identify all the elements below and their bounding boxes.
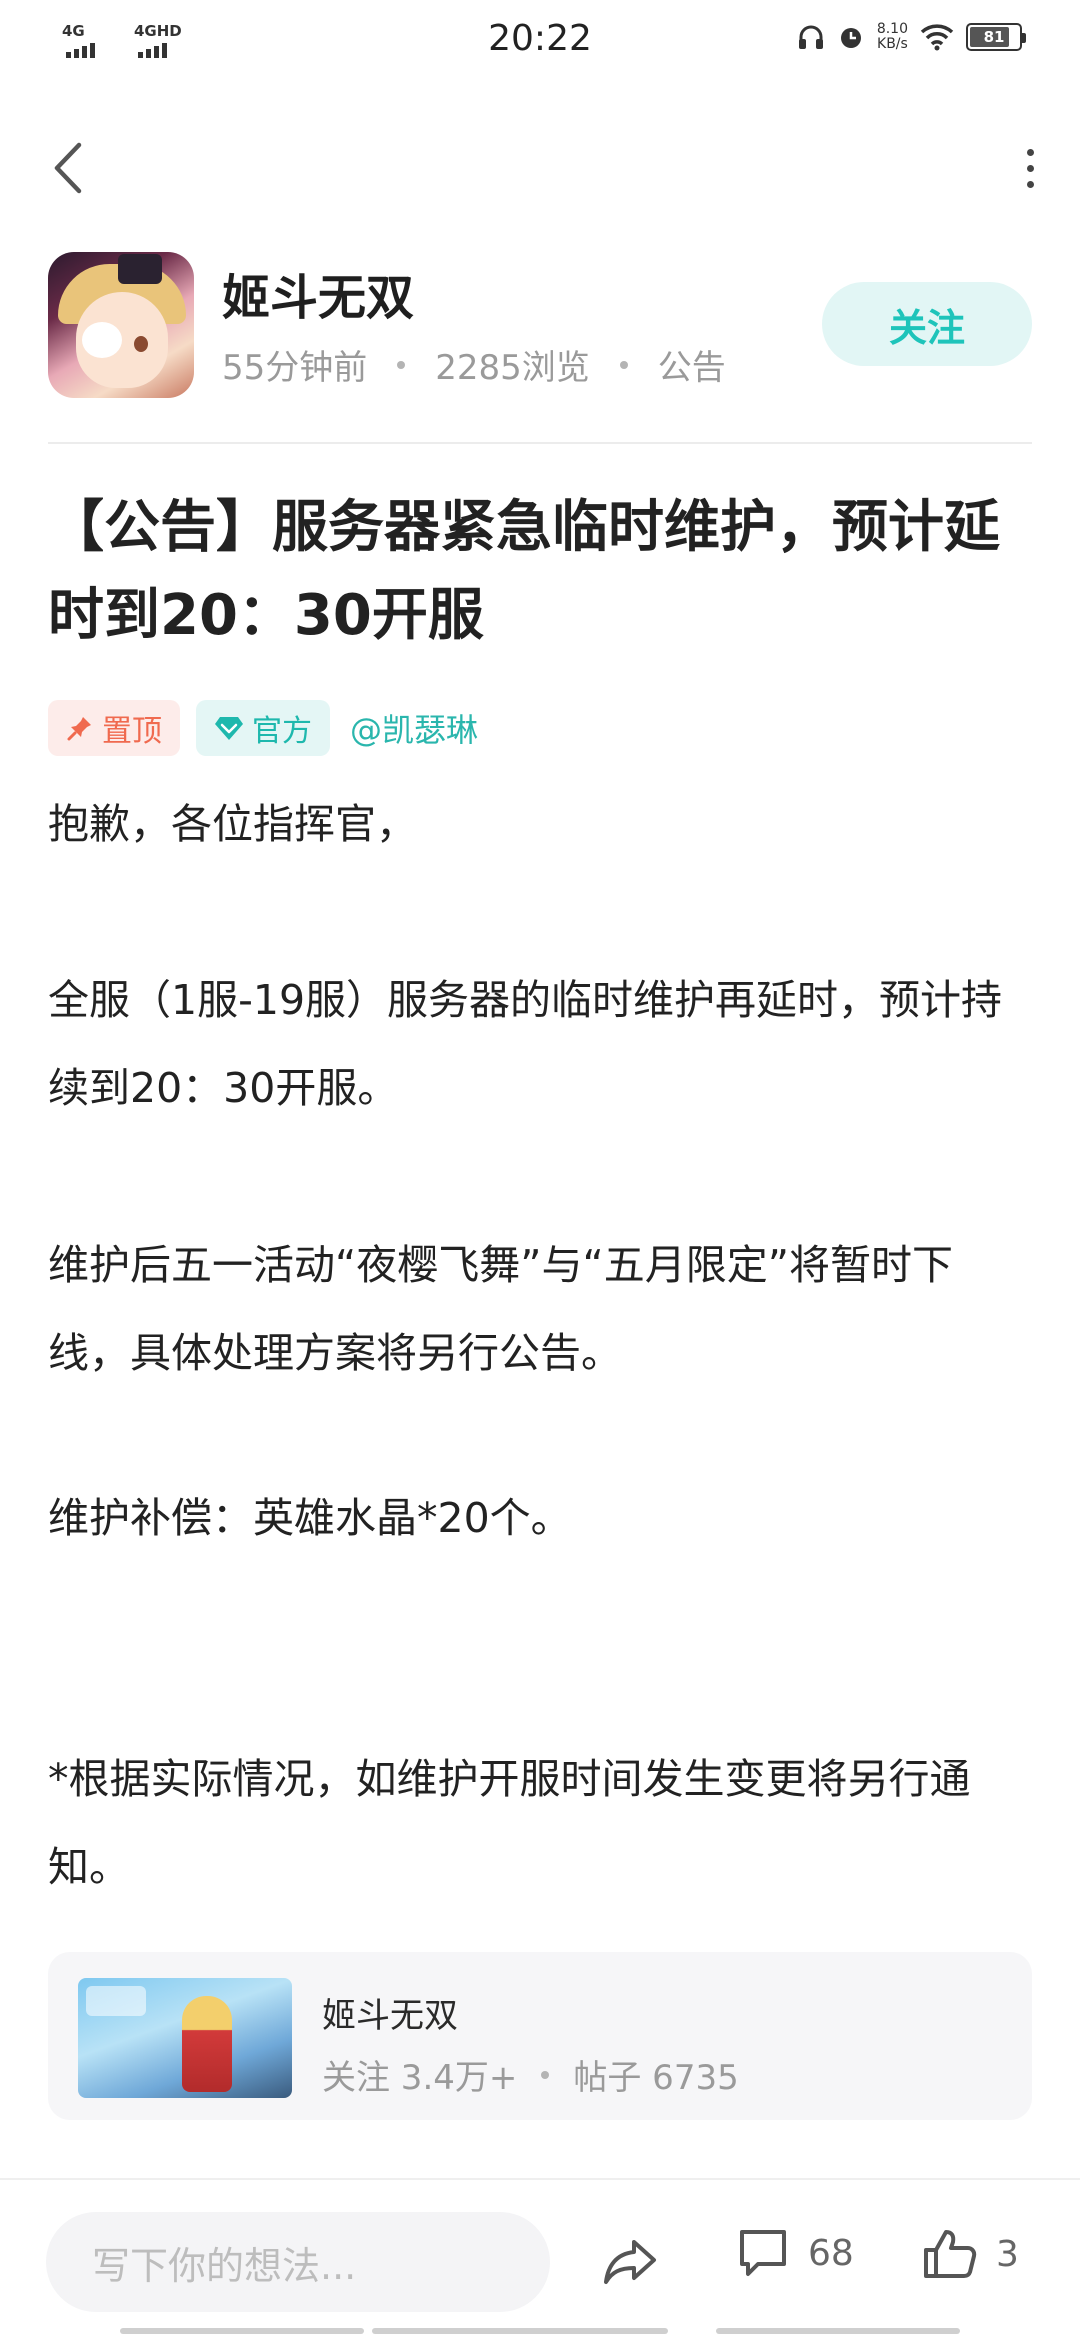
header-divider: [48, 442, 1032, 444]
post-meta: 55分钟前 2285浏览 公告: [222, 340, 726, 389]
diamond-icon: [215, 717, 243, 740]
more-options-button[interactable]: [1010, 136, 1050, 200]
comment-button[interactable]: 68: [736, 2226, 854, 2280]
meta-separator: [619, 360, 628, 369]
speed-value: 8.10: [876, 21, 908, 37]
card-post-count: 帖子 6735: [573, 2058, 739, 2098]
card-followers: 关注 3.4万+: [322, 2058, 518, 2098]
status-bar: 4G 4GHD 20:22 8.10 KB/s 81: [0, 0, 1080, 84]
author-mention-link[interactable]: @凯瑟琳: [350, 705, 478, 751]
follow-button[interactable]: 关注: [822, 282, 1032, 366]
battery-icon: 81: [966, 23, 1026, 51]
network-speed: 8.10 KB/s: [877, 22, 908, 52]
wifi-icon: [920, 24, 954, 51]
post-paragraph-1: 抱歉，各位指挥官，: [48, 800, 417, 848]
post-paragraph-4: 维护补偿：英雄水晶*20个。: [48, 1494, 572, 1542]
official-label: 官方: [252, 714, 312, 749]
comment-input[interactable]: 写下你的想法...: [46, 2212, 550, 2312]
alarm-icon: [840, 28, 861, 48]
game-card[interactable]: 姬斗无双 关注 3.4万+ 帖子 6735: [48, 1952, 1032, 2120]
pinned-tag: 置顶: [48, 700, 180, 756]
official-tag: 官方: [196, 700, 330, 756]
back-button[interactable]: [40, 136, 96, 200]
post-time: 55分钟前: [222, 348, 368, 388]
chevron-left-icon: [54, 142, 82, 194]
battery-level: 81: [983, 28, 1005, 46]
game-name[interactable]: 姬斗无双: [222, 258, 414, 328]
post-paragraph-3: 维护后五一活动“夜樱飞舞”与“五月限定”将暂时下线，具体处理方案将另行公告。: [48, 1241, 953, 1377]
post-tags: 置顶 官方 @凯瑟琳: [48, 700, 478, 756]
card-game-name: 姬斗无双: [322, 1996, 458, 2036]
comment-count: 68: [808, 2232, 854, 2274]
like-button[interactable]: 3: [922, 2226, 1019, 2282]
post-paragraph-5: *根据实际情况，如维护开服时间发生变更将另行通知。: [48, 1755, 971, 1891]
post-paragraph-2: 全服（1服-19服）服务器的临时维护再延时，预计持续到20：30开服。: [48, 976, 1003, 1112]
post-category: 公告: [657, 348, 726, 388]
pinned-label: 置顶: [102, 714, 162, 749]
speed-unit: KB/s: [877, 36, 908, 52]
pin-icon: [67, 717, 91, 741]
nav-indicator: [120, 2328, 364, 2334]
nav-indicator: [716, 2328, 960, 2334]
game-avatar[interactable]: [48, 252, 194, 398]
share-icon: [604, 2240, 656, 2284]
like-count: 3: [996, 2233, 1019, 2275]
more-vertical-icon: [1026, 148, 1034, 156]
meta-separator: [397, 360, 406, 369]
nav-indicator: [372, 2328, 668, 2334]
card-stats: 关注 3.4万+ 帖子 6735: [322, 2050, 739, 2099]
post-title: 【公告】服务器紧急临时维护，预计延时到20：30开服: [48, 495, 1000, 648]
stats-separator: [541, 2070, 550, 2079]
bottom-divider: [0, 2178, 1080, 2180]
view-count: 2285浏览: [435, 348, 590, 388]
share-button[interactable]: [600, 2232, 660, 2292]
game-thumbnail: [78, 1978, 292, 2098]
thumbs-up-icon: [924, 2230, 977, 2278]
headphones-icon: [798, 25, 823, 49]
comment-icon: [740, 2230, 786, 2276]
